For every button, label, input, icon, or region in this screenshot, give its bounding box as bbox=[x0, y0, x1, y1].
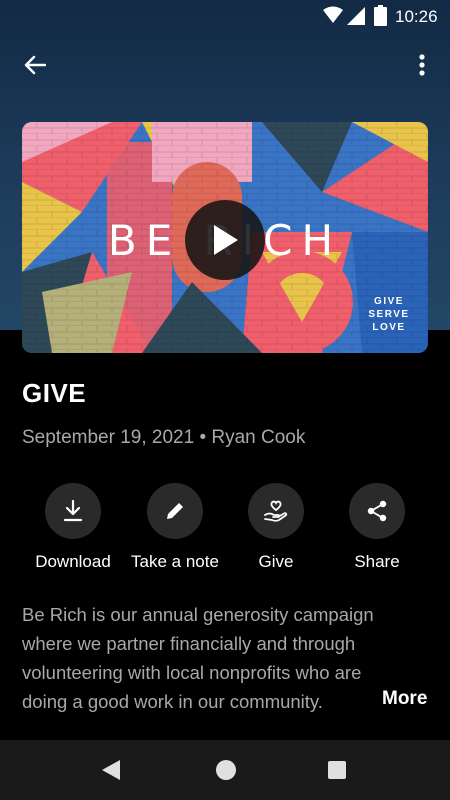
pencil-icon bbox=[167, 503, 183, 519]
play-icon bbox=[214, 225, 238, 255]
nav-home-icon[interactable] bbox=[216, 760, 236, 780]
nav-recents-icon[interactable] bbox=[328, 761, 346, 779]
more-vert-icon bbox=[419, 54, 425, 76]
play-button[interactable] bbox=[185, 200, 265, 280]
tagline-line: LOVE bbox=[372, 322, 406, 333]
battery-icon bbox=[374, 5, 387, 26]
sermon-date-speaker: September 19, 2021 • Ryan Cook bbox=[22, 427, 306, 448]
artwork-tagline: GIVE SERVE LOVE bbox=[364, 295, 414, 334]
action-row: Download Take a note Give Share bbox=[0, 483, 450, 583]
share-button[interactable]: Share bbox=[322, 483, 432, 572]
signal-icon bbox=[347, 7, 365, 25]
back-button[interactable] bbox=[18, 50, 52, 80]
wifi-icon bbox=[323, 6, 343, 23]
download-icon bbox=[63, 499, 83, 522]
system-navigation-bar bbox=[0, 740, 450, 800]
share-icon bbox=[367, 500, 387, 522]
sermon-video-thumbnail[interactable]: BE RICH GIVE SERVE LOVE bbox=[22, 122, 428, 353]
arrow-left-icon bbox=[24, 55, 46, 75]
download-circle[interactable] bbox=[45, 483, 101, 539]
give-button[interactable]: Give bbox=[221, 483, 331, 572]
nav-back-icon[interactable] bbox=[101, 759, 121, 781]
sermon-description: Be Rich is our annual generosity campaig… bbox=[22, 604, 374, 712]
take-note-circle[interactable] bbox=[147, 483, 203, 539]
share-label: Share bbox=[354, 552, 400, 571]
overflow-menu-button[interactable] bbox=[408, 50, 436, 80]
download-button[interactable]: Download bbox=[18, 483, 128, 572]
hand-heart-icon bbox=[264, 500, 288, 522]
sermon-title: GIVE bbox=[22, 378, 87, 408]
give-circle[interactable] bbox=[248, 483, 304, 539]
take-note-button[interactable]: Take a note bbox=[120, 483, 230, 572]
tagline-line: GIVE bbox=[374, 296, 404, 307]
download-label: Download bbox=[35, 552, 111, 571]
take-note-label: Take a note bbox=[131, 552, 219, 571]
share-circle[interactable] bbox=[349, 483, 405, 539]
tagline-line: SERVE bbox=[368, 309, 410, 320]
status-bar: 10:26 bbox=[0, 0, 450, 32]
more-link[interactable]: More bbox=[382, 688, 427, 710]
status-time: 10:26 bbox=[395, 7, 438, 26]
give-label: Give bbox=[258, 552, 294, 571]
